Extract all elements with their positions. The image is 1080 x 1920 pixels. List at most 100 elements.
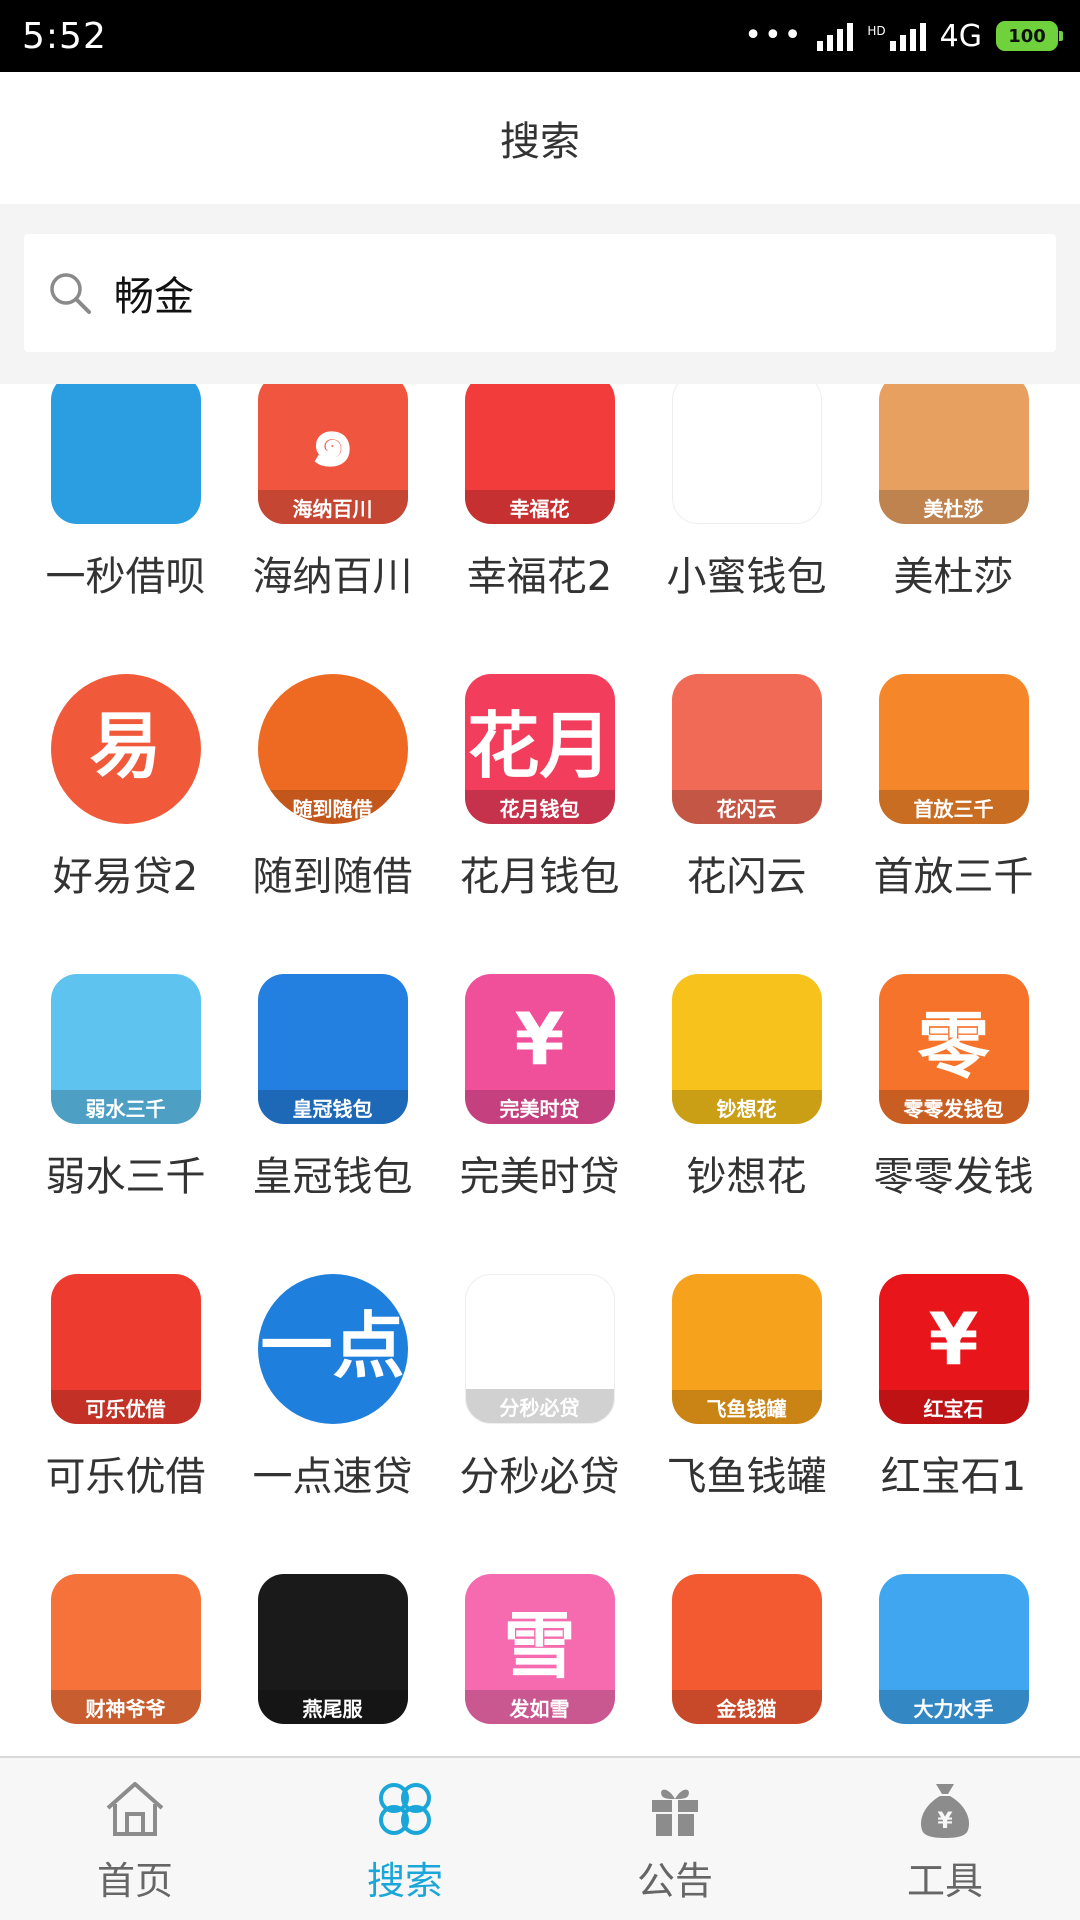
battery-level: 100	[1008, 25, 1046, 47]
app-icon-label: 花月钱包	[464, 790, 615, 824]
app-icon-label: 红宝石	[878, 1390, 1029, 1424]
app-item[interactable]: 燕尾服燕尾服	[229, 1504, 436, 1756]
app-name: 花月钱包	[459, 854, 620, 900]
app-name: 金钱猫	[687, 1744, 807, 1756]
app-name: 红宝石1	[880, 1454, 1027, 1500]
app-name: 可乐优借	[45, 1454, 206, 1500]
app-item[interactable]: 分秒必贷 分秒必贷	[436, 1204, 643, 1504]
app-name: 分秒必贷	[459, 1454, 620, 1500]
app-icon-label: 随到随借	[257, 790, 408, 824]
app-icon-label: 飞鱼钱罐	[671, 1390, 822, 1424]
app-item[interactable]: ๑海纳百川海纳百川	[229, 384, 436, 604]
app-name: 发如雪	[480, 1744, 600, 1756]
app-name: 钞想花	[686, 1154, 807, 1200]
app-icon-label: 首放三千	[878, 790, 1029, 824]
app-item[interactable]: 一点 一点速贷	[229, 1204, 436, 1504]
notification-dots-icon: •••	[744, 18, 804, 53]
app-item[interactable]: 幸福花 幸福花2	[436, 384, 643, 604]
signal-icon	[817, 21, 854, 51]
home-icon	[106, 1781, 164, 1836]
app-item[interactable]: ¥ 红宝石红宝石1	[850, 1204, 1057, 1504]
app-item[interactable]: 金钱猫金钱猫	[643, 1504, 850, 1756]
app-name: 皇冠钱包	[252, 1154, 413, 1200]
app-name: 海纳百川	[252, 554, 413, 600]
app-item[interactable]: 美杜莎 美杜莎	[850, 384, 1057, 604]
nav-tools-label: 工具	[906, 1858, 983, 1903]
bottom-nav: 首页 搜索 公告 ¥ 工具	[0, 1756, 1080, 1920]
app-name: 小蜜钱包	[666, 554, 827, 600]
app-icon-glyph: 一点	[260, 1303, 405, 1388]
fish-icon: 飞鱼钱罐	[671, 1274, 822, 1424]
app-name: 完美时贷	[459, 1154, 620, 1200]
gift-icon	[652, 1789, 698, 1836]
app-item[interactable]: 飞鱼钱罐 飞鱼钱罐	[643, 1204, 850, 1504]
app-icon-label: 分秒必贷	[465, 1389, 614, 1423]
app-item[interactable]: 弱水三千 弱水三千	[22, 904, 229, 1204]
swirl-icon: ๑海纳百川	[257, 384, 408, 524]
nav-home-label: 首页	[96, 1858, 173, 1903]
nav-home[interactable]: 首页	[35, 1764, 235, 1914]
app-icon-label: 零零发钱包	[878, 1090, 1029, 1124]
lucky-cat-icon: 金钱猫	[671, 1574, 822, 1724]
yi-lightning-icon: 易	[50, 674, 201, 824]
bee-icon	[671, 384, 822, 524]
app-item[interactable]: ¥ 完美时贷完美时贷	[436, 904, 643, 1204]
nav-search[interactable]: 搜索	[305, 1764, 505, 1914]
nav-notice-label: 公告	[636, 1858, 713, 1903]
app-name: 首放三千	[873, 854, 1034, 900]
search-area	[0, 204, 1080, 384]
hd-label: HD	[867, 23, 886, 38]
clover-icon	[379, 1782, 431, 1835]
app-name: 花闪云	[686, 854, 807, 900]
app-name: 财神爷爷	[46, 1744, 206, 1756]
app-item[interactable]: 零零零发钱包 零零发钱	[850, 904, 1057, 1204]
app-icon-label: 大力水手	[878, 1690, 1029, 1724]
app-icon-glyph	[673, 384, 821, 523]
app-item[interactable]: 可乐优借 可乐优借	[22, 1204, 229, 1504]
app-item[interactable]: 财神爷爷财神爷爷	[22, 1504, 229, 1756]
app-item[interactable]: 小蜜钱包	[643, 384, 850, 604]
search-box[interactable]	[24, 234, 1056, 352]
app-item[interactable]: 易好易贷2	[22, 604, 229, 904]
app-icon-label: 发如雪	[464, 1690, 615, 1724]
app-icon-label: 钞想花	[671, 1090, 822, 1124]
search-icon	[50, 273, 91, 314]
app-item[interactable]: 花月 花月钱包 花月钱包	[436, 604, 643, 904]
fortune-god-icon: 财神爷爷	[50, 1574, 201, 1724]
app-item[interactable]: 雪发如雪发如雪	[436, 1504, 643, 1756]
app-grid: 一秒借呗๑海纳百川 海纳百川 幸福花 幸福花2 小蜜钱包 美杜莎 美杜莎易好易贷2 随到随借随…	[0, 384, 1080, 1756]
app-item[interactable]: 首放三千 首放三千	[850, 604, 1057, 904]
crown-icon: 皇冠钱包	[257, 974, 408, 1124]
app-icon-label: 花闪云	[671, 790, 822, 824]
title-bar: 搜索	[0, 72, 1080, 204]
nav-tools[interactable]: ¥ 工具	[845, 1764, 1045, 1914]
app-item[interactable]: 钞想花 钞想花	[643, 904, 850, 1204]
app-name: 一秒借呗	[45, 554, 206, 600]
app-icon-label: 财神爷爷	[50, 1690, 201, 1724]
app-item[interactable]: 皇冠钱包 皇冠钱包	[229, 904, 436, 1204]
nav-notice[interactable]: 公告	[575, 1764, 775, 1914]
mascot-icon: 随到随借	[257, 674, 408, 824]
status-bar: 5:52 ••• HD 4G 100	[0, 0, 1080, 72]
app-item[interactable]: 大力水手大力水手	[850, 1504, 1057, 1756]
ruby-icon: ¥ 红宝石	[878, 1274, 1029, 1424]
app-item[interactable]: 一秒借呗	[22, 384, 229, 604]
app-name: 好易贷2	[52, 854, 199, 900]
app-name: 大力水手	[874, 1744, 1034, 1756]
app-icon-label: 美杜莎	[878, 490, 1029, 524]
clock-coins-icon: 分秒必贷	[464, 1274, 615, 1424]
signal-2-icon	[889, 21, 926, 51]
app-name: 飞鱼钱罐	[666, 1454, 827, 1500]
app-grid-viewport[interactable]: 一秒借呗๑海纳百川 海纳百川 幸福花 幸福花2 小蜜钱包 美杜莎 美杜莎易好易贷2 随到随借随…	[0, 384, 1080, 1756]
money-bag-hand-icon: ¥ 完美时贷	[464, 974, 615, 1124]
app-item[interactable]: 花闪云 花闪云	[643, 604, 850, 904]
app-icon-glyph	[51, 384, 201, 524]
money-bag-icon: 弱水三千	[50, 974, 201, 1124]
svg-text:¥: ¥	[937, 1809, 953, 1834]
hand-icon: 首放三千	[878, 674, 1029, 824]
page-title: 搜索	[500, 119, 580, 165]
app-item[interactable]: 随到随借 随到随借	[229, 604, 436, 904]
app-name: 燕尾服	[273, 1744, 393, 1756]
rocket-icon: 花闪云	[671, 674, 822, 824]
search-input[interactable]	[114, 270, 1014, 316]
